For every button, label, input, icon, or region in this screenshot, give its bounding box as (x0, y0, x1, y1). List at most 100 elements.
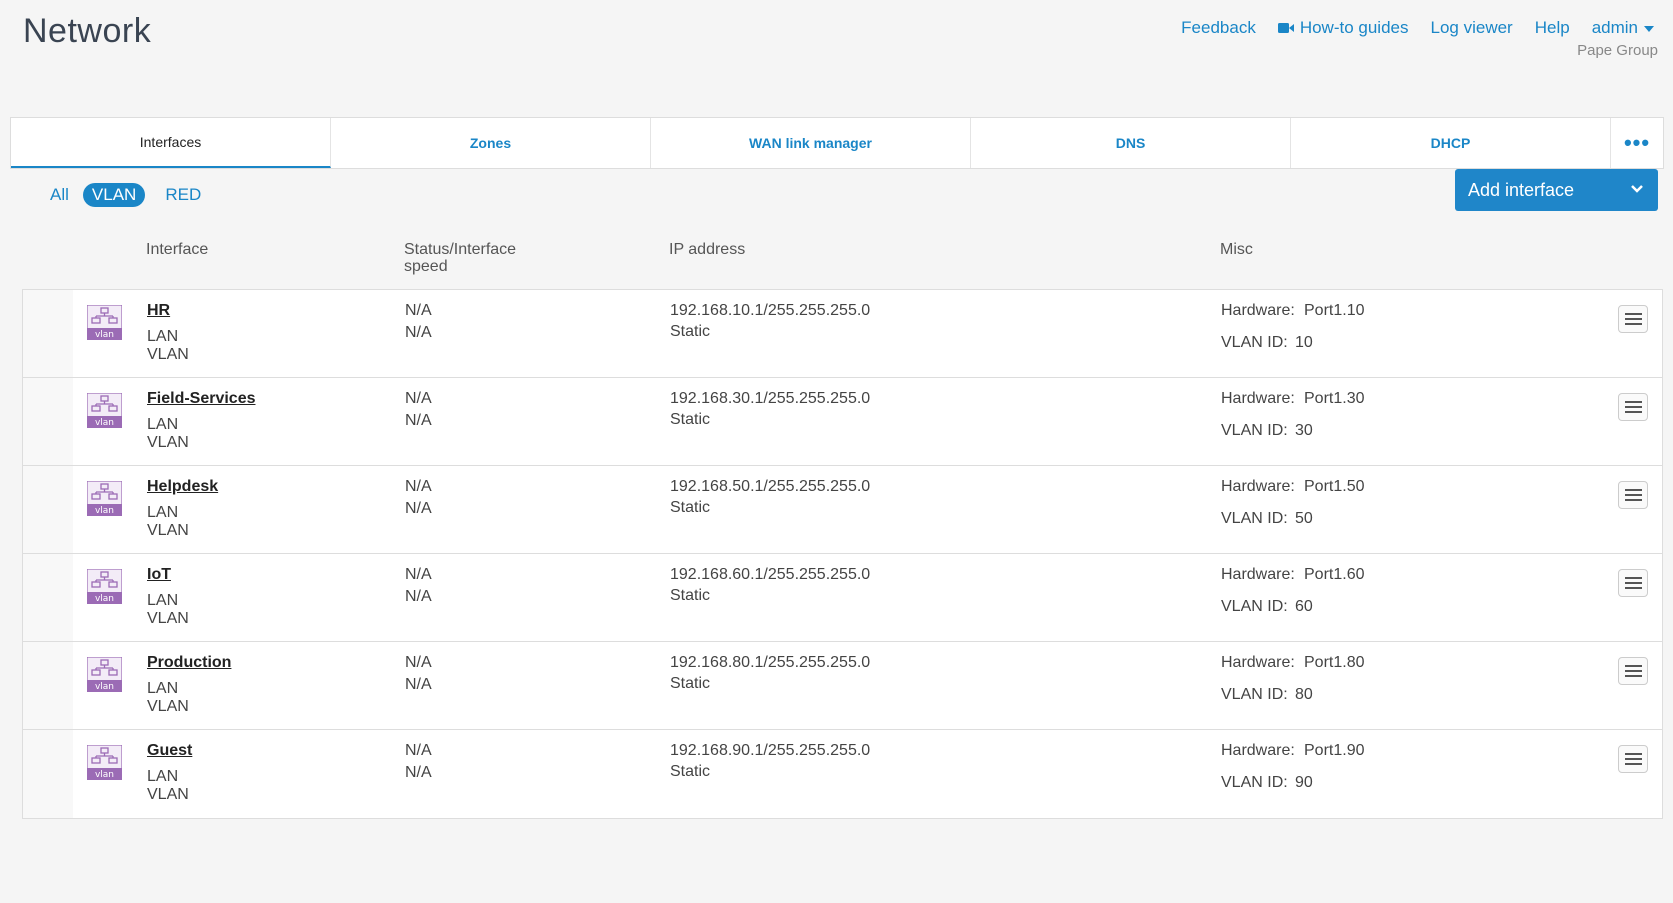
hardware-label: Hardware: (1221, 742, 1295, 759)
howto-link[interactable]: How-to guides (1277, 18, 1409, 38)
hardware-label: Hardware: (1221, 478, 1295, 495)
ip-mode: Static (670, 499, 711, 516)
interface-type: VLAN (147, 610, 189, 627)
tab-dhcp[interactable]: DHCP (1291, 118, 1611, 168)
interface-speed: N/A (405, 764, 432, 781)
interface-status: N/A (405, 478, 432, 495)
vlan-id-label: VLAN ID: (1221, 686, 1288, 703)
row-menu-button[interactable] (1618, 657, 1648, 685)
interface-name-link[interactable]: HR (147, 302, 170, 320)
ip-address: 192.168.10.1/255.255.255.0 (670, 302, 871, 319)
table-row: vlan Production LAN VLAN N/A N/A 192.168… (23, 642, 1662, 730)
interfaces-table: vlan HR LAN VLAN N/A N/A 192.168.10.1/25… (22, 289, 1663, 819)
vlan-icon: vlan (87, 569, 122, 604)
user-menu[interactable]: admin (1592, 18, 1654, 38)
ip-address: 192.168.80.1/255.255.255.0 (670, 654, 871, 671)
vlan-id-value: 80 (1295, 686, 1313, 703)
ip-address: 192.168.60.1/255.255.255.0 (670, 566, 871, 583)
vlan-id-value: 10 (1295, 334, 1313, 351)
ip-mode: Static (670, 587, 711, 604)
vlan-id-label: VLAN ID: (1221, 774, 1288, 791)
vlan-id-value: 90 (1295, 774, 1313, 791)
row-menu-button[interactable] (1618, 393, 1648, 421)
row-menu-button[interactable] (1618, 305, 1648, 333)
vlan-id-value: 50 (1295, 510, 1313, 527)
vlan-id-label: VLAN ID: (1221, 334, 1288, 351)
svg-text:vlan: vlan (95, 770, 114, 780)
interface-name-link[interactable]: Production (147, 654, 231, 672)
hamburger-icon (1625, 577, 1642, 589)
vlan-icon: vlan (87, 481, 122, 516)
user-name: admin (1591, 18, 1638, 37)
interface-type: VLAN (147, 522, 189, 539)
interface-name-link[interactable]: Guest (147, 742, 192, 760)
interface-type: VLAN (147, 346, 189, 363)
interface-zone: LAN (147, 328, 179, 345)
hamburger-icon (1625, 489, 1642, 501)
interface-speed: N/A (405, 588, 432, 605)
interface-speed: N/A (405, 324, 432, 341)
column-header-status-line1: Status/Interface (404, 241, 517, 258)
add-interface-label: Add interface (1468, 179, 1575, 200)
more-tabs-icon[interactable]: ••• (1611, 118, 1663, 168)
row-menu-button[interactable] (1618, 569, 1648, 597)
ip-address: 192.168.50.1/255.255.255.0 (670, 478, 871, 495)
help-link[interactable]: Help (1535, 18, 1570, 38)
svg-text:vlan: vlan (95, 594, 114, 604)
interface-speed: N/A (405, 676, 432, 693)
table-row: vlan Guest LAN VLAN N/A N/A 192.168.90.1… (23, 730, 1662, 818)
tab-interfaces[interactable]: Interfaces (11, 118, 331, 168)
log-viewer-link[interactable]: Log viewer (1431, 18, 1513, 38)
hardware-label: Hardware: (1221, 390, 1295, 407)
interface-zone: LAN (147, 680, 179, 697)
interface-zone: LAN (147, 592, 179, 609)
hardware-value: Port1.90 (1304, 742, 1365, 759)
hardware-value: Port1.50 (1304, 478, 1365, 495)
tab-dns[interactable]: DNS (971, 118, 1291, 168)
row-gutter (23, 730, 73, 818)
hardware-value: Port1.30 (1304, 390, 1365, 407)
interface-status: N/A (405, 566, 432, 583)
row-menu-button[interactable] (1618, 745, 1648, 773)
ip-address: 192.168.30.1/255.255.255.0 (670, 390, 871, 407)
interface-type: VLAN (147, 698, 189, 715)
column-header-interface: Interface (146, 241, 209, 258)
ip-mode: Static (670, 675, 711, 692)
interface-name-link[interactable]: IoT (147, 566, 171, 584)
organization-name: Pape Group (1577, 42, 1658, 59)
hardware-value: Port1.80 (1304, 654, 1365, 671)
interface-zone: LAN (147, 768, 179, 785)
top-nav: Feedback How-to guides Log viewer Help a… (1159, 18, 1654, 38)
filter-vlan[interactable]: VLAN (82, 183, 146, 207)
interface-zone: LAN (147, 504, 179, 521)
column-header-status: Status/Interface speed (404, 241, 516, 275)
add-interface-button[interactable]: Add interface (1455, 169, 1658, 211)
feedback-link[interactable]: Feedback (1181, 18, 1256, 38)
ip-address: 192.168.90.1/255.255.255.0 (670, 742, 871, 759)
filter-all[interactable]: All (50, 183, 69, 207)
hamburger-icon (1625, 665, 1642, 677)
svg-text:vlan: vlan (95, 682, 114, 692)
vlan-id-value: 60 (1295, 598, 1313, 615)
interface-speed: N/A (405, 500, 432, 517)
svg-text:vlan: vlan (95, 330, 114, 340)
interface-name-link[interactable]: Helpdesk (147, 478, 218, 496)
vlan-id-label: VLAN ID: (1221, 422, 1288, 439)
column-header-status-line2: speed (404, 258, 448, 275)
table-row: vlan IoT LAN VLAN N/A N/A 192.168.60.1/2… (23, 554, 1662, 642)
filter-bar: All VLAN RED (50, 183, 221, 207)
filter-red[interactable]: RED (165, 183, 201, 207)
row-menu-button[interactable] (1618, 481, 1648, 509)
hamburger-icon (1625, 401, 1642, 413)
svg-text:vlan: vlan (95, 506, 114, 516)
tab-zones[interactable]: Zones (331, 118, 651, 168)
vlan-id-label: VLAN ID: (1221, 510, 1288, 527)
vlan-icon: vlan (87, 745, 122, 780)
chevron-down-icon (1644, 26, 1654, 32)
vlan-id-label: VLAN ID: (1221, 598, 1288, 615)
interface-status: N/A (405, 654, 432, 671)
tab-wan-link-manager[interactable]: WAN link manager (651, 118, 971, 168)
interface-speed: N/A (405, 412, 432, 429)
ip-mode: Static (670, 323, 711, 340)
interface-name-link[interactable]: Field-Services (147, 390, 256, 408)
